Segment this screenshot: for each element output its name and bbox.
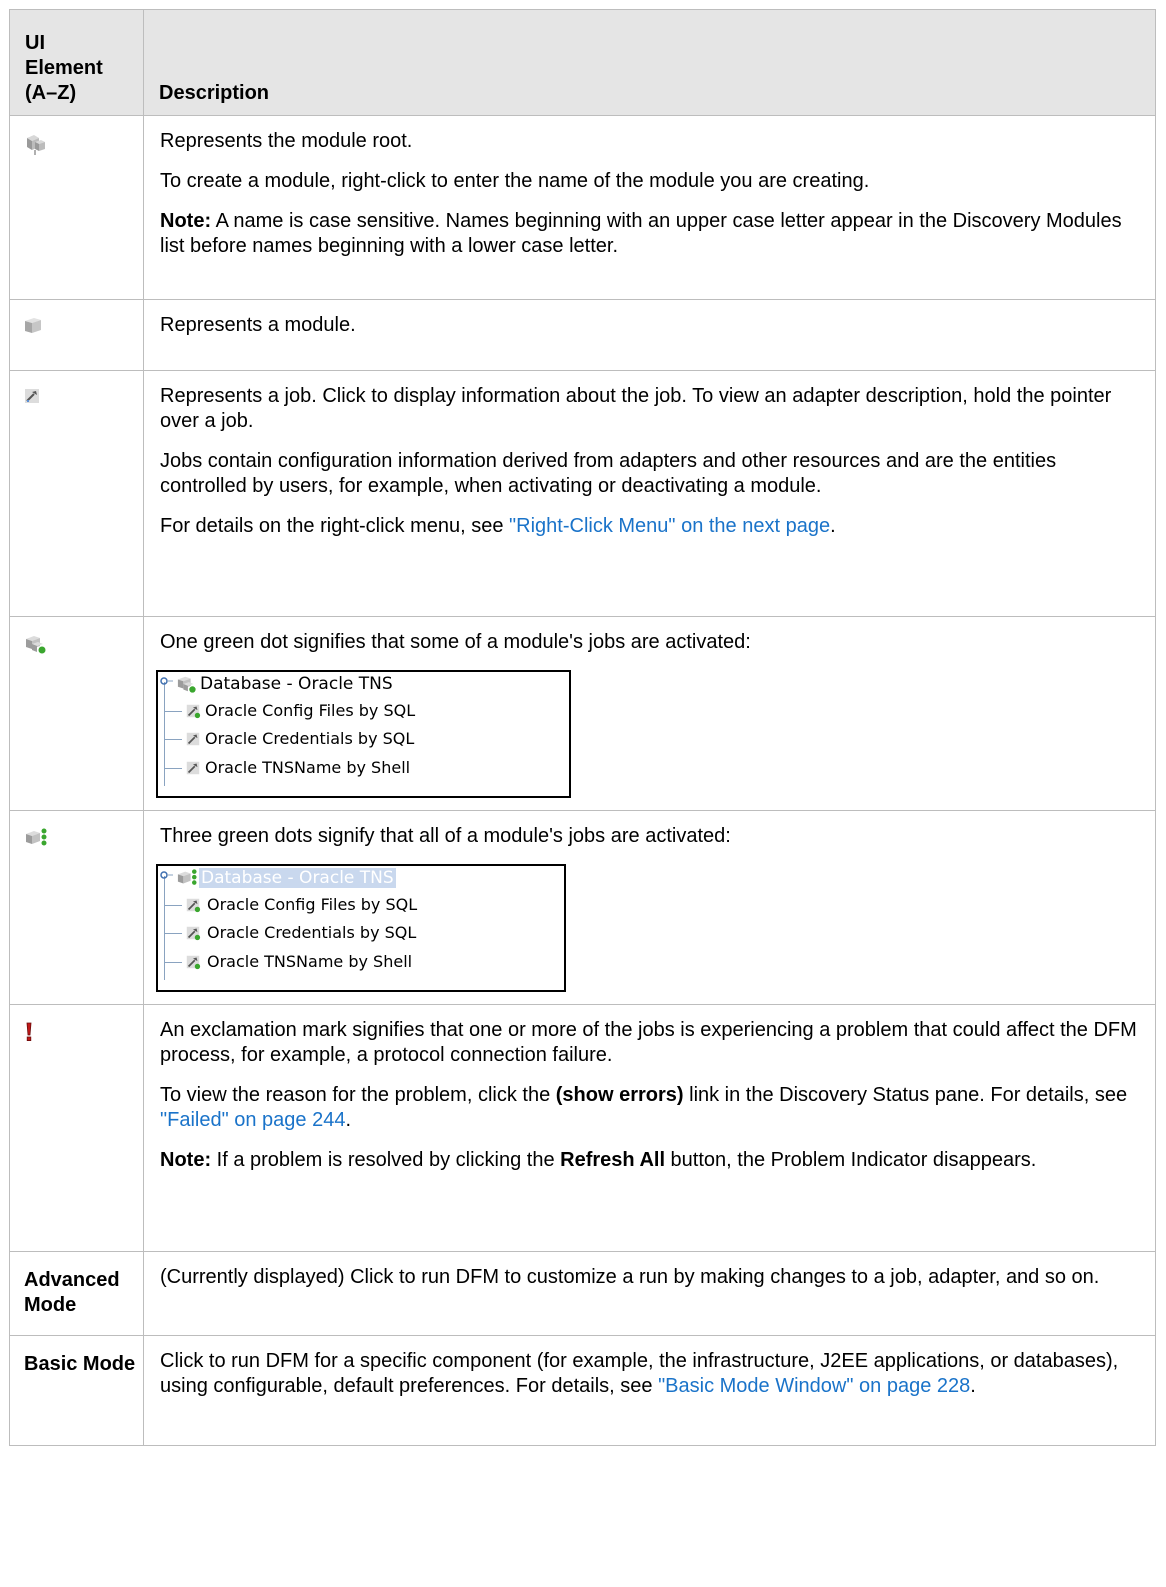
description-text: An exclamation mark signifies that one o…	[160, 1019, 1137, 1066]
job-active-icon	[186, 926, 201, 941]
note-text: Note: If a problem is resolved by clicki…	[160, 1149, 1037, 1171]
job-icon	[186, 704, 201, 719]
header-description: Description	[143, 9, 1156, 116]
table-row: One green dot signifies that some of a m…	[9, 616, 1156, 811]
tree-job-item[interactable]: Oracle Config Files by SQL	[205, 701, 415, 721]
description-cell: Represents a job. Click to display infor…	[143, 370, 1156, 617]
element-cell	[9, 299, 144, 371]
description-text: Represents the module root.	[160, 130, 413, 152]
basic-mode-window-link[interactable]: "Basic Mode Window" on page 228	[658, 1375, 970, 1397]
tree-expand-handle-icon	[160, 871, 173, 879]
problem-indicator-icon	[24, 1021, 34, 1050]
tree-expand-handle-icon	[160, 677, 173, 685]
module-partially-active-icon	[24, 633, 48, 662]
element-cell: Advanced Mode	[9, 1251, 144, 1336]
description-cell: Represents a module.	[143, 299, 1156, 371]
element-cell	[9, 810, 144, 1005]
job-active-icon	[186, 955, 201, 970]
element-cell	[9, 1004, 144, 1252]
tree-job-item[interactable]: Oracle TNSName by Shell	[207, 952, 412, 972]
description-cell: One green dot signifies that some of a m…	[143, 616, 1156, 811]
table-row: Advanced Mode (Currently displayed) Clic…	[9, 1251, 1156, 1336]
basic-mode-label: Basic Mode	[24, 1353, 136, 1375]
description-cell: An exclamation mark signifies that one o…	[143, 1004, 1156, 1252]
ui-elements-table: UI Element (A–Z) Description Represents …	[9, 9, 1156, 1446]
tree-root-label[interactable]: Database - Oracle TNS	[199, 868, 396, 888]
module-root-icon	[24, 132, 46, 163]
description-cell: Three green dots signify that all of a m…	[143, 810, 1156, 1005]
module-partially-active-icon	[177, 676, 196, 693]
description-text: To view the reason for the problem, clic…	[160, 1084, 1128, 1131]
table-row: Represents a job. Click to display infor…	[9, 370, 1156, 617]
tree-job-item[interactable]: Oracle TNSName by Shell	[205, 758, 410, 778]
job-icon	[186, 732, 200, 746]
table-row: Represents the module root. To create a …	[9, 115, 1156, 300]
tree-job-item[interactable]: Oracle Credentials by SQL	[207, 923, 416, 943]
description-text: Represents a module.	[160, 314, 356, 336]
description-text: Click to run DFM for a specific componen…	[160, 1350, 1119, 1397]
description-text: (Currently displayed) Click to run DFM t…	[160, 1266, 1100, 1288]
element-cell	[9, 616, 144, 811]
element-cell: Basic Mode	[9, 1335, 144, 1446]
element-cell	[9, 370, 144, 617]
job-icon	[24, 387, 40, 412]
failed-link[interactable]: "Failed" on page 244	[160, 1109, 345, 1131]
module-fully-active-icon	[24, 827, 48, 856]
description-cell: Represents the module root. To create a …	[143, 115, 1156, 300]
job-active-icon	[186, 898, 201, 913]
table-row: Three green dots signify that all of a m…	[9, 810, 1156, 1005]
tree-root-label[interactable]: Database - Oracle TNS	[200, 674, 393, 694]
table-row: Represents a module.	[9, 299, 1156, 371]
job-icon	[186, 761, 200, 775]
description-text: Three green dots signify that all of a m…	[160, 825, 731, 847]
table-row: Basic Mode Click to run DFM for a specif…	[9, 1335, 1156, 1446]
header-ui-element: UI Element (A–Z)	[9, 9, 144, 116]
module-tree-screenshot: Database - Oracle TNS Oracle Config File…	[156, 864, 566, 992]
description-text: Represents a job. Click to display infor…	[160, 385, 1112, 432]
description-text: One green dot signifies that some of a m…	[160, 631, 751, 653]
description-cell: (Currently displayed) Click to run DFM t…	[143, 1251, 1156, 1336]
module-icon	[24, 316, 42, 341]
table-row: An exclamation mark signifies that one o…	[9, 1004, 1156, 1252]
tree-job-item[interactable]: Oracle Credentials by SQL	[205, 729, 414, 749]
description-text: To create a module, right-click to enter…	[160, 170, 870, 192]
advanced-mode-label: Advanced Mode	[24, 1269, 120, 1316]
right-click-menu-link[interactable]: "Right-Click Menu" on the next page	[509, 515, 830, 537]
note-text: Note: A name is case sensitive. Names be…	[160, 210, 1122, 257]
element-cell	[9, 115, 144, 300]
module-tree-screenshot: Database - Oracle TNS Oracle Config File…	[156, 670, 571, 798]
description-text: For details on the right-click menu, see…	[160, 515, 836, 537]
description-text: Jobs contain configuration information d…	[160, 450, 1057, 497]
description-cell: Click to run DFM for a specific componen…	[143, 1335, 1156, 1446]
tree-job-item[interactable]: Oracle Config Files by SQL	[207, 895, 417, 915]
module-fully-active-icon	[177, 869, 197, 885]
